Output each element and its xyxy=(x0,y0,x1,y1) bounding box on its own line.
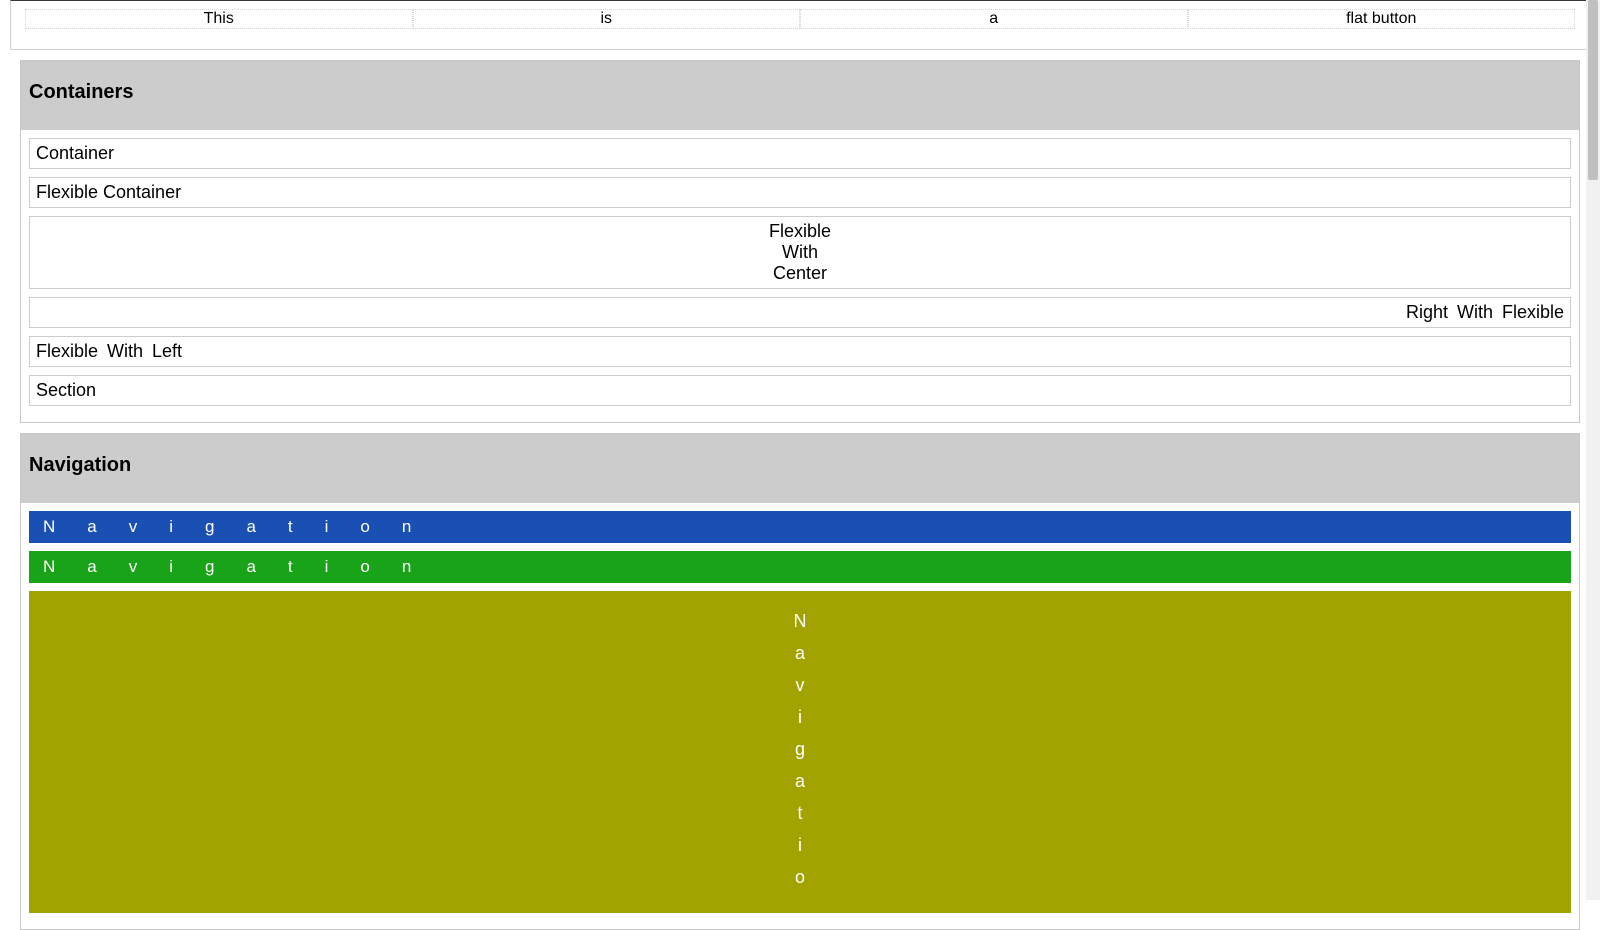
flat-cell[interactable]: is xyxy=(413,9,801,29)
vertical-scrollbar[interactable] xyxy=(1586,0,1600,900)
flexible-center-line2: With xyxy=(782,242,818,262)
flexible-center-line3: Center xyxy=(773,263,827,283)
navigation-section: Navigation Navigation Navigation N a v i… xyxy=(20,433,1580,930)
nav-olive-letter: N xyxy=(29,605,1571,637)
nav-olive-letter: t xyxy=(29,797,1571,829)
containers-heading: Containers xyxy=(21,61,1579,130)
nav-bar-olive[interactable]: N a v i g a t i o xyxy=(29,591,1571,913)
container-item-flexible-right: Right With Flexible xyxy=(29,297,1571,328)
flat-cell[interactable]: a xyxy=(800,9,1188,29)
flexible-center-line1: Flexible xyxy=(769,221,831,241)
nav-olive-letter: g xyxy=(29,733,1571,765)
nav-bar-green[interactable]: Navigation xyxy=(29,551,1571,583)
navigation-heading: Navigation xyxy=(21,434,1579,503)
nav-olive-letter: i xyxy=(29,701,1571,733)
flat-button-row: This is a flat button xyxy=(10,0,1590,50)
container-item-flexible-left: Flexible With Left xyxy=(29,336,1571,367)
containers-section: Containers Container Flexible Container … xyxy=(20,60,1580,423)
container-item-flexible: Flexible Container xyxy=(29,177,1571,208)
flat-cell[interactable]: This xyxy=(25,9,413,29)
flat-cell[interactable]: flat button xyxy=(1188,9,1576,29)
container-item-section: Section xyxy=(29,375,1571,406)
container-item-flexible-center: Flexible With Center xyxy=(29,216,1571,289)
nav-bar-blue[interactable]: Navigation xyxy=(29,511,1571,543)
nav-olive-letter: a xyxy=(29,765,1571,797)
container-item-container: Container xyxy=(29,138,1571,169)
scrollbar-thumb[interactable] xyxy=(1588,0,1598,180)
nav-olive-letter: i xyxy=(29,829,1571,861)
nav-olive-letter: a xyxy=(29,637,1571,669)
nav-olive-letter: o xyxy=(29,861,1571,893)
nav-olive-letter: v xyxy=(29,669,1571,701)
